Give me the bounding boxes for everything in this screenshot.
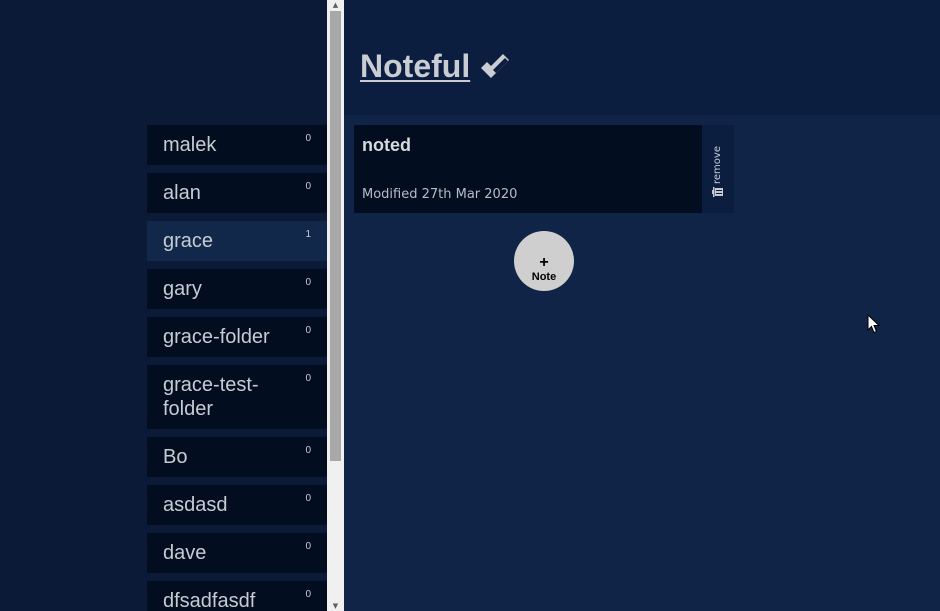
title-wrap: Noteful bbox=[360, 46, 512, 86]
folder-item[interactable]: dfsadfasdf 0 bbox=[147, 581, 327, 611]
folder-item[interactable]: malek 0 bbox=[147, 125, 327, 165]
note-card: noted Modified 27th Mar 2020 remove bbox=[354, 125, 734, 213]
folder-note-count: 0 bbox=[305, 445, 311, 456]
header: Noteful bbox=[344, 0, 940, 115]
folder-item[interactable]: grace-test-folder 0 bbox=[147, 365, 327, 429]
note-modified-date: Modified 27th Mar 2020 bbox=[362, 187, 518, 202]
folder-item[interactable]: asdasd 0 bbox=[147, 485, 327, 525]
scroll-down-arrow-icon[interactable]: ▼ bbox=[327, 601, 344, 611]
folder-item[interactable]: grace-folder 0 bbox=[147, 317, 327, 357]
folder-name: grace bbox=[163, 230, 214, 252]
remove-label: remove bbox=[712, 146, 723, 184]
folder-name: dave bbox=[163, 542, 207, 564]
scroll-thumb[interactable] bbox=[330, 11, 341, 461]
folder-name: asdasd bbox=[163, 494, 228, 516]
folder-list: malek 0 alan 0 grace 1 gary 0 grace-fold… bbox=[147, 125, 327, 611]
folder-name: malek bbox=[163, 134, 217, 156]
folder-name: grace-test-folder bbox=[163, 374, 259, 420]
mouse-cursor-icon bbox=[867, 314, 881, 334]
note-title-link[interactable]: noted bbox=[362, 133, 694, 157]
folder-note-count: 0 bbox=[305, 181, 311, 192]
remove-inner: remove bbox=[712, 146, 729, 197]
folder-note-count: 0 bbox=[305, 589, 311, 600]
folder-item-active[interactable]: grace 1 bbox=[147, 221, 327, 261]
folder-item[interactable]: gary 0 bbox=[147, 269, 327, 309]
folder-note-count: 0 bbox=[305, 373, 311, 384]
folder-name: Bo bbox=[163, 446, 188, 468]
double-check-icon bbox=[481, 54, 510, 78]
folder-item[interactable]: alan 0 bbox=[147, 173, 327, 213]
app-title-link[interactable]: Noteful bbox=[360, 46, 470, 86]
folder-note-count: 1 bbox=[305, 229, 311, 240]
folder-note-count: 0 bbox=[305, 325, 311, 336]
plus-icon: + bbox=[539, 253, 549, 271]
folder-name: alan bbox=[163, 182, 201, 204]
add-note-button[interactable]: + Note bbox=[514, 231, 574, 291]
note-body: noted Modified 27th Mar 2020 bbox=[354, 125, 702, 213]
sidebar-scrollbar[interactable]: ▲ ▼ bbox=[327, 0, 344, 611]
main-content: noted Modified 27th Mar 2020 remove + No… bbox=[344, 115, 940, 611]
folder-name: gary bbox=[163, 278, 202, 300]
folder-name: dfsadfasdf bbox=[163, 590, 256, 611]
app: malek 0 alan 0 grace 1 gary 0 grace-fold… bbox=[0, 0, 940, 611]
folder-name: grace-folder bbox=[163, 326, 270, 348]
sidebar: malek 0 alan 0 grace 1 gary 0 grace-fold… bbox=[0, 0, 327, 611]
folder-note-count: 0 bbox=[305, 541, 311, 552]
add-note-label: Note bbox=[531, 270, 557, 283]
folder-note-count: 0 bbox=[305, 277, 311, 288]
trash-icon bbox=[712, 187, 723, 197]
folder-note-count: 0 bbox=[305, 493, 311, 504]
scroll-up-arrow-icon[interactable]: ▲ bbox=[327, 0, 344, 10]
folder-item[interactable]: Bo 0 bbox=[147, 437, 327, 477]
remove-note-button[interactable]: remove bbox=[702, 125, 734, 213]
folder-item[interactable]: dave 0 bbox=[147, 533, 327, 573]
folder-note-count: 0 bbox=[305, 133, 311, 144]
